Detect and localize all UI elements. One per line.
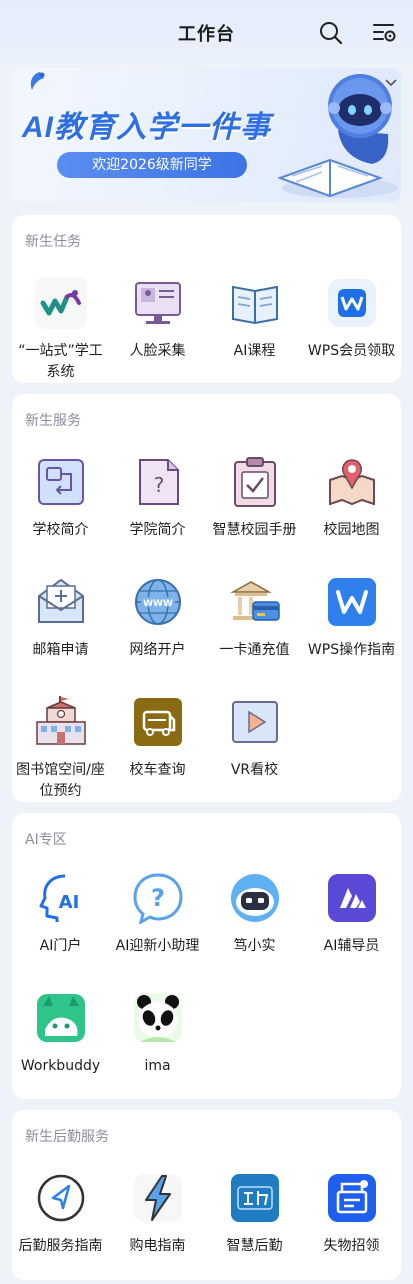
item-label: 智慧后勤 (226, 1238, 283, 1254)
item-card-recharge[interactable]: 一卡通充值 (206, 576, 303, 661)
item-label: WPS操作指南 (307, 642, 396, 658)
play-icon (231, 701, 278, 743)
item-label: VR看校 (230, 762, 279, 778)
item-label: AI门户 (39, 938, 82, 954)
item-smart-logistics[interactable]: 智慧后勤 (206, 1172, 303, 1257)
item-ai-counselor[interactable]: AI辅导员 (303, 872, 400, 957)
lost-found-icon (327, 1174, 376, 1222)
wps-icon (327, 279, 376, 327)
workbuddy-icon (36, 994, 85, 1042)
banner-subtitle: 欢迎2026级新同学 (57, 152, 247, 178)
item-label: 校园地图 (323, 522, 380, 538)
item-label: 购电指南 (129, 1238, 186, 1254)
item-vr-tour[interactable]: VR看校 (206, 696, 303, 781)
item-campus-map[interactable]: 校园地图 (303, 456, 400, 541)
welcome-banner[interactable]: AI教育入学一件事 欢迎2026级新同学 (12, 68, 401, 202)
mail-icon (37, 578, 84, 623)
item-ai-portal[interactable]: AI AI门户 (12, 872, 109, 957)
item-label: 学院简介 (129, 522, 186, 538)
item-college-intro[interactable]: ? 学院简介 (109, 456, 206, 541)
item-label: AI课程 (233, 343, 276, 359)
item-label: 失物招领 (323, 1238, 380, 1254)
logo-icon (30, 72, 45, 90)
robot-reading-icon (277, 74, 398, 198)
college-intro-icon: ? (138, 459, 179, 505)
item-ai-course[interactable]: AI课程 (206, 277, 303, 362)
item-label: AI迎新小助理 (115, 938, 200, 954)
panda-icon (133, 994, 182, 1042)
svg-text:WWW: WWW (143, 599, 173, 609)
item-label: “一站式”学工系统 (18, 343, 103, 380)
item-label: WPS会员领取 (307, 343, 396, 359)
svg-text:?: ? (153, 473, 164, 497)
navigation-icon (37, 1174, 84, 1222)
item-school-intro[interactable]: 学校简介 (12, 456, 109, 541)
search-icon[interactable] (318, 20, 344, 46)
item-label: Workbuddy (20, 1058, 101, 1074)
map-icon (328, 459, 375, 506)
bank-card-icon (229, 581, 280, 621)
item-label: 一卡通充值 (219, 642, 290, 658)
section-logistics-services: 新生后勤服务 后勤服务指南 购电指南 智慧后勤 失物招领 (12, 1110, 401, 1280)
section-new-student-services: 新生服务 学校简介 ? 学院简介 智慧校园手册 校园地图 邮箱申请 WWW 网络… (12, 394, 401, 802)
face-capture-icon (134, 282, 181, 324)
bus-icon (133, 698, 182, 746)
item-electricity-guide[interactable]: 购电指南 (109, 1172, 206, 1257)
school-intro-icon (37, 459, 84, 505)
item-label: ima (144, 1058, 171, 1074)
item-library-booking[interactable]: 图书馆空间/座位预约 (12, 696, 109, 802)
item-wps-member[interactable]: WPS会员领取 (303, 277, 400, 362)
item-label: 邮箱申请 (32, 642, 89, 658)
item-shuttle-bus[interactable]: 校车查询 (109, 696, 206, 781)
question-bubble-icon: ? (132, 873, 183, 924)
section-title: 新生服务 (25, 413, 81, 429)
item-ima[interactable]: ima (109, 992, 206, 1077)
chevron-down-icon[interactable] (384, 78, 398, 88)
banner-title: AI教育入学一件事 (22, 111, 271, 144)
library-icon (35, 696, 86, 745)
item-label: 人脸采集 (129, 343, 186, 359)
item-smart-campus-manual[interactable]: 智慧校园手册 (206, 456, 303, 541)
item-label: 网络开户 (129, 642, 186, 658)
section-new-student-tasks: 新生任务 “一站式”学工系统 人脸采集 AI课程 WPS会员领取 (12, 215, 401, 383)
section-title: 新生任务 (25, 234, 81, 250)
lightning-icon (133, 1174, 182, 1222)
top-bar: 工作台 (0, 0, 413, 64)
item-network-account[interactable]: WWW 网络开户 (109, 576, 206, 661)
page-title: 工作台 (178, 24, 235, 45)
item-label: 智慧校园手册 (212, 522, 297, 538)
section-title: AI专区 (25, 832, 67, 848)
item-label: 校车查询 (129, 762, 186, 778)
item-mail-apply[interactable]: 邮箱申请 (12, 576, 109, 661)
item-label: AI辅导员 (323, 938, 380, 954)
item-wps-guide[interactable]: WPS操作指南 (303, 576, 400, 661)
houqin-icon (230, 1174, 279, 1222)
section-ai-zone: AI专区 AI AI门户 ? AI迎新小助理 笃小实 AI辅导员 Workbud… (12, 813, 401, 1099)
svg-text:AI: AI (58, 892, 79, 913)
item-label: 后勤服务指南 (18, 1238, 103, 1254)
item-ai-assistant[interactable]: ? AI迎新小助理 (109, 872, 206, 957)
ai-head-icon: AI (39, 874, 79, 922)
wps-icon (327, 578, 376, 626)
item-label: 笃小实 (233, 938, 276, 954)
svg-text:?: ? (151, 884, 165, 912)
globe-icon: WWW (134, 579, 181, 625)
book-icon (231, 285, 278, 325)
item-workbuddy[interactable]: Workbuddy (12, 992, 109, 1077)
settings-menu-icon[interactable] (371, 20, 397, 46)
item-yizhanshi[interactable]: “一站式”学工系统 (12, 277, 109, 383)
item-label: 学校简介 (32, 522, 89, 538)
robot-icon (230, 874, 279, 922)
item-face-capture[interactable]: 人脸采集 (109, 277, 206, 362)
item-lost-found[interactable]: 失物招领 (303, 1172, 400, 1257)
clipboard-icon (233, 457, 276, 507)
item-duxiaoshi[interactable]: 笃小实 (206, 872, 303, 957)
item-logistics-guide[interactable]: 后勤服务指南 (12, 1172, 109, 1257)
item-label: 图书馆空间/座位预约 (16, 762, 105, 799)
yizhanshi-icon (34, 277, 87, 329)
ai-counselor-icon (327, 874, 376, 922)
section-title: 新生后勤服务 (25, 1129, 109, 1145)
